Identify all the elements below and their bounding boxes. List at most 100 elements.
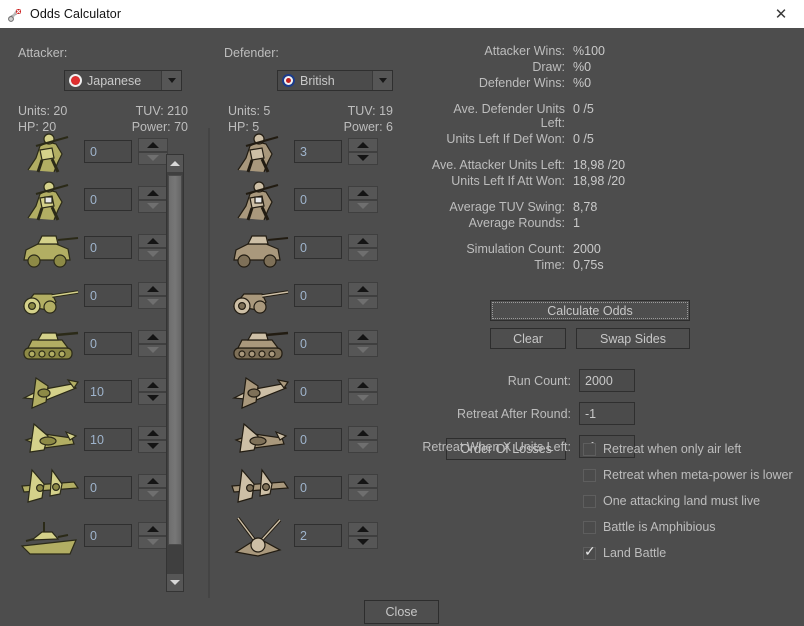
decrement-button[interactable] (138, 535, 168, 549)
increment-button[interactable] (348, 426, 378, 440)
attacker-faction-select[interactable]: Japanese (64, 70, 182, 91)
unit-quantity-stepper (84, 474, 168, 501)
unit-count-input[interactable] (84, 476, 132, 499)
increment-button[interactable] (138, 138, 168, 152)
unit-count-input[interactable] (84, 188, 132, 211)
close-button[interactable]: Close (364, 600, 439, 624)
increment-button[interactable] (138, 378, 168, 392)
decrement-button[interactable] (138, 391, 168, 405)
unit-count-input[interactable] (84, 140, 132, 163)
unit-count-input[interactable] (294, 524, 342, 547)
scrollbar-thumb[interactable] (168, 175, 182, 545)
tactical-bomber-icon (228, 416, 294, 464)
increment-button[interactable] (348, 234, 378, 248)
unit-count-input[interactable] (294, 236, 342, 259)
option-checkbox[interactable]: Retreat when meta-power is lower (583, 468, 793, 482)
increment-button[interactable] (138, 282, 168, 296)
option-field-label: Retreat When X Units Left: (422, 439, 571, 454)
swap-sides-button[interactable]: Swap Sides (576, 328, 690, 349)
checkbox-box[interactable] (583, 520, 596, 534)
clear-button[interactable]: Clear (490, 328, 566, 349)
increment-button[interactable] (138, 234, 168, 248)
option-field-input[interactable] (579, 369, 635, 392)
decrement-button[interactable] (348, 295, 378, 309)
mech-infantry-icon (228, 176, 294, 224)
unit-count-input[interactable] (84, 236, 132, 259)
decrement-button[interactable] (348, 535, 378, 549)
increment-button[interactable] (138, 330, 168, 344)
decrement-button[interactable] (138, 151, 168, 165)
unit-count-input[interactable] (84, 284, 132, 307)
option-checkbox[interactable]: Retreat when only air left (583, 442, 741, 456)
checkbox-box[interactable] (583, 544, 596, 560)
unit-count-input[interactable] (294, 428, 342, 451)
decrement-button[interactable] (138, 295, 168, 309)
option-field-input[interactable] (579, 402, 635, 425)
increment-button[interactable] (348, 522, 378, 536)
decrement-button[interactable] (348, 199, 378, 213)
aa-gun-icon (228, 512, 294, 560)
decrement-button[interactable] (138, 439, 168, 453)
option-field-label: Retreat After Round: (457, 406, 571, 421)
unit-count-input[interactable] (84, 332, 132, 355)
option-checkbox[interactable]: Battle is Amphibious (583, 520, 716, 534)
unit-quantity-stepper (84, 234, 168, 261)
unit-quantity-stepper (294, 426, 378, 453)
increment-button[interactable] (138, 474, 168, 488)
chevron-down-icon[interactable] (372, 71, 392, 90)
unit-count-input[interactable] (294, 332, 342, 355)
close-icon[interactable]: ✕ (758, 0, 804, 28)
increment-button[interactable] (348, 138, 378, 152)
defender-faction-select[interactable]: British (277, 70, 393, 91)
decrement-button[interactable] (138, 487, 168, 501)
chevron-down-icon[interactable] (167, 574, 183, 591)
unit-count-input[interactable] (294, 188, 342, 211)
decrement-button[interactable] (138, 343, 168, 357)
unit-count-input[interactable] (294, 284, 342, 307)
increment-button[interactable] (348, 282, 378, 296)
unit-count-input[interactable] (294, 476, 342, 499)
checkbox-box[interactable] (583, 494, 596, 508)
unit-count-input[interactable] (294, 380, 342, 403)
increment-button[interactable] (138, 186, 168, 200)
decrement-button[interactable] (348, 391, 378, 405)
spinner (348, 282, 378, 309)
increment-button[interactable] (348, 474, 378, 488)
calculate-odds-button[interactable]: Calculate Odds (490, 300, 690, 321)
decrement-button[interactable] (348, 151, 378, 165)
result-label: Ave. Attacker Units Left: (431, 158, 565, 172)
decrement-button[interactable] (138, 199, 168, 213)
chevron-down-icon[interactable] (161, 71, 181, 90)
decrement-button[interactable] (348, 343, 378, 357)
unit-quantity-stepper (84, 282, 168, 309)
decrement-button[interactable] (348, 439, 378, 453)
checkbox-box[interactable] (583, 468, 596, 482)
defender-units: Units: 5 (228, 104, 271, 118)
unit-count-input[interactable] (84, 428, 132, 451)
result-value: 1 (573, 216, 580, 230)
decrement-button[interactable] (348, 247, 378, 261)
increment-button[interactable] (138, 522, 168, 536)
increment-button[interactable] (348, 186, 378, 200)
unit-count-input[interactable] (84, 524, 132, 547)
artillery-icon (7, 6, 23, 22)
decrement-button[interactable] (348, 487, 378, 501)
decrement-button[interactable] (138, 247, 168, 261)
unit-row (18, 464, 168, 512)
increment-button[interactable] (348, 378, 378, 392)
increment-button[interactable] (138, 426, 168, 440)
chevron-up-icon[interactable] (167, 155, 183, 172)
checkbox-box[interactable] (583, 442, 596, 456)
spinner (138, 426, 168, 453)
result-row: Time: 0,75s (430, 258, 790, 272)
unit-count-input[interactable] (294, 140, 342, 163)
close-glyph: ✕ (774, 5, 788, 23)
unit-row (18, 272, 168, 320)
option-checkbox[interactable]: One attacking land must live (583, 494, 760, 508)
option-checkbox[interactable]: Land Battle (583, 544, 666, 560)
unit-count-input[interactable] (84, 380, 132, 403)
result-row: Average Rounds: 1 (430, 216, 790, 230)
attacker-list-scrollbar[interactable] (166, 154, 184, 592)
increment-button[interactable] (348, 330, 378, 344)
